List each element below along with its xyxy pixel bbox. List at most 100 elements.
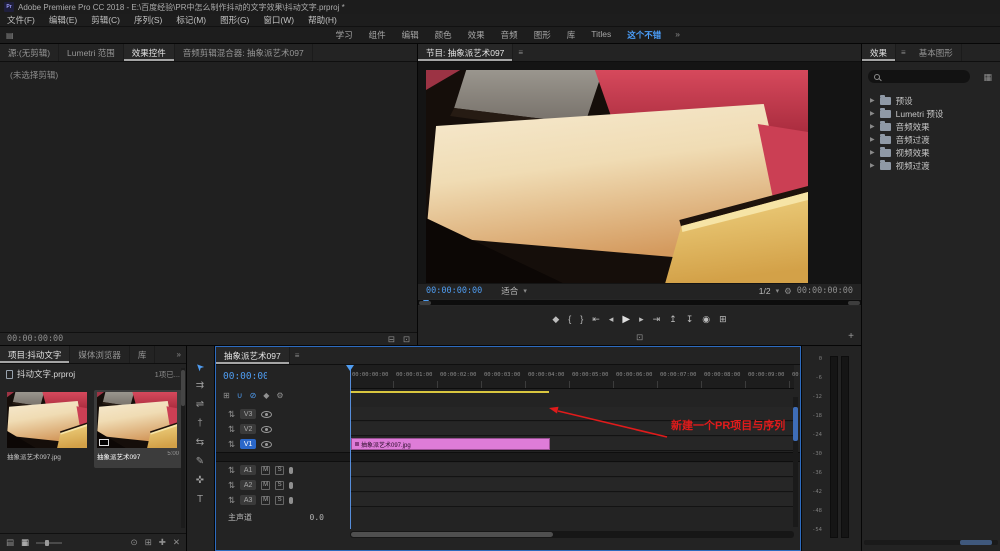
workspace-tab-libraries[interactable]: 库 (559, 29, 584, 41)
timeline-settings-wrench-icon[interactable]: ⚙ (276, 392, 283, 400)
panel-menu-icon[interactable]: ≡ (290, 347, 305, 364)
settings-wrench-icon[interactable]: ⚙ (784, 287, 792, 296)
tree-item-audio-effects[interactable]: ▶ 音频效果 (862, 120, 1000, 133)
sync-lock-icon[interactable]: ⇅ (228, 440, 235, 449)
track-output-toggle[interactable] (261, 411, 272, 418)
lift-button[interactable]: ↥ (669, 314, 677, 325)
workspace-tab-editing[interactable]: 编辑 (394, 29, 427, 41)
menu-edit[interactable]: 编辑(E) (42, 14, 84, 26)
project-item-sequence[interactable]: 抽象派艺术097 5:00 (94, 390, 182, 468)
track-select-tool[interactable]: ⇉ (187, 377, 213, 393)
effects-horizontal-scrollbar[interactable] (864, 540, 998, 545)
tree-item-audio-transitions[interactable]: ▶ 音频过渡 (862, 133, 1000, 146)
menu-markers[interactable]: 标记(M) (169, 14, 213, 26)
item-name[interactable]: 抽象派艺术097.jpg (7, 451, 61, 461)
project-file-name[interactable]: 抖动文字.prproj (17, 368, 75, 380)
menu-window[interactable]: 窗口(W) (256, 14, 301, 26)
effects-search-input[interactable] (884, 72, 962, 81)
toggle-effects-icon[interactable]: ⊟ (388, 335, 395, 344)
sync-lock-icon[interactable]: ⇅ (228, 481, 235, 490)
voiceover-mic-icon[interactable] (289, 482, 293, 489)
playhead-head[interactable] (346, 365, 354, 371)
automate-to-sequence-button[interactable]: ⊙ (131, 538, 138, 547)
playhead-line[interactable] (350, 365, 351, 529)
workspace-tab-learning[interactable]: 学习 (328, 29, 361, 41)
workspace-tab-effects[interactable]: 效果 (460, 29, 493, 41)
add-marker-icon[interactable]: ◆ (263, 392, 269, 400)
snap-magnet-icon[interactable]: ∪ (237, 392, 243, 400)
mark-in-button[interactable]: { (568, 314, 571, 324)
tab-essential-graphics[interactable]: 基本图形 (911, 44, 962, 61)
menu-graphics[interactable]: 图形(G) (213, 14, 256, 26)
playback-resolution-dropdown[interactable]: 1/2 (759, 286, 771, 296)
track-badge-a1[interactable]: A1 (240, 465, 256, 475)
drag-video-icon[interactable]: ⊡ (636, 333, 643, 342)
menu-clip[interactable]: 剪辑(C) (84, 14, 127, 26)
tab-program-monitor[interactable]: 节目: 抽象派艺术097 (418, 44, 513, 61)
zoom-level-dropdown[interactable]: 适合 (501, 285, 518, 297)
track-output-toggle[interactable] (261, 426, 272, 433)
pen-tool[interactable]: ✎ (187, 453, 213, 469)
expand-chevron-icon[interactable]: ▶ (870, 123, 875, 130)
tab-effects[interactable]: 效果 (862, 44, 896, 61)
scrollbar-thumb[interactable] (960, 540, 992, 545)
new-custom-bin-icon[interactable]: ▦ (983, 72, 992, 83)
program-current-timecode[interactable]: 00:00:00:00 (426, 286, 482, 296)
master-volume-value[interactable]: 0.0 (310, 513, 324, 522)
type-tool[interactable]: T (187, 491, 213, 507)
sync-lock-icon[interactable]: ⇅ (228, 466, 235, 475)
timeline-ruler[interactable]: 00:00:00:00 00:00:01:00 00:00:02:00 00:0… (350, 365, 794, 389)
mute-button[interactable]: M (261, 466, 270, 475)
tab-sequence[interactable]: 抽象派艺术097 (216, 347, 290, 364)
scrollbar-thumb[interactable] (181, 370, 185, 406)
workspace-tab-graphics[interactable]: 图形 (526, 29, 559, 41)
tab-audio-clip-mixer[interactable]: 音频剪辑混合器: 抽象派艺术097 (175, 44, 313, 61)
scrollbar-thumb[interactable] (793, 407, 798, 441)
tree-item-presets[interactable]: ▶ 预设 (862, 94, 1000, 107)
tab-lumetri-scopes[interactable]: Lumetri 范围 (59, 44, 124, 61)
workspace-overflow-icon[interactable]: » (669, 29, 686, 41)
tab-libraries[interactable]: 库 (130, 346, 156, 363)
mute-button[interactable]: M (261, 496, 270, 505)
zoom-handle-left[interactable] (419, 301, 431, 305)
solo-button[interactable]: S (275, 496, 284, 505)
pin-to-clip-icon[interactable]: ⊡ (403, 335, 410, 344)
sync-lock-icon[interactable]: ⇅ (228, 496, 235, 505)
solo-button[interactable]: S (275, 481, 284, 490)
insert-overwrite-icon[interactable]: ⊞ (223, 392, 230, 400)
mute-button[interactable]: M (261, 481, 270, 490)
workspace-tab-color[interactable]: 颜色 (427, 29, 460, 41)
tab-source-monitor[interactable]: 源:(无剪辑) (0, 44, 59, 61)
voiceover-mic-icon[interactable] (289, 467, 293, 474)
thumbnail-zoom-slider[interactable] (36, 542, 62, 544)
media-thumbnail[interactable] (7, 392, 87, 448)
tree-item-video-effects[interactable]: ▶ 视频效果 (862, 146, 1000, 159)
menu-sequence[interactable]: 序列(S) (127, 14, 169, 26)
mark-out-button[interactable]: } (580, 314, 583, 324)
icon-view-button[interactable]: ▦ (21, 538, 29, 547)
linked-selection-icon[interactable]: ⊘ (250, 392, 257, 400)
tree-item-lumetri-presets[interactable]: ▶ Lumetri 预设 (862, 107, 1000, 120)
workspace-tab-custom-active[interactable]: 这个不错 (619, 29, 669, 41)
comparison-view-button[interactable]: ⊞ (719, 314, 727, 325)
menu-file[interactable]: 文件(F) (0, 14, 42, 26)
expand-chevron-icon[interactable]: ▶ (870, 136, 875, 143)
hand-tool[interactable]: ✜ (187, 472, 213, 488)
track-lane-a1[interactable] (350, 463, 794, 477)
timeline-vertical-scrollbar[interactable] (793, 397, 798, 527)
panel-menu-icon[interactable]: ≡ (513, 44, 528, 61)
extract-button[interactable]: ↧ (686, 314, 694, 325)
track-output-toggle[interactable] (261, 441, 272, 448)
track-lane-a2[interactable] (350, 478, 794, 492)
go-to-out-button[interactable]: ⇥ (653, 314, 661, 325)
button-editor-plus[interactable]: + (848, 331, 854, 342)
sync-lock-icon[interactable]: ⇅ (228, 425, 235, 434)
slip-tool[interactable]: ⇆ (187, 434, 213, 450)
workspace-tab-assembly[interactable]: 组件 (361, 29, 394, 41)
tab-project[interactable]: 项目:抖动文字 (0, 346, 70, 363)
tab-effect-controls[interactable]: 效果控件 (124, 44, 175, 61)
menu-help[interactable]: 帮助(H) (301, 14, 344, 26)
project-vertical-scrollbar[interactable] (181, 368, 185, 528)
item-name[interactable]: 抽象派艺术097 (97, 451, 140, 461)
export-frame-button[interactable]: ◉ (702, 314, 710, 325)
